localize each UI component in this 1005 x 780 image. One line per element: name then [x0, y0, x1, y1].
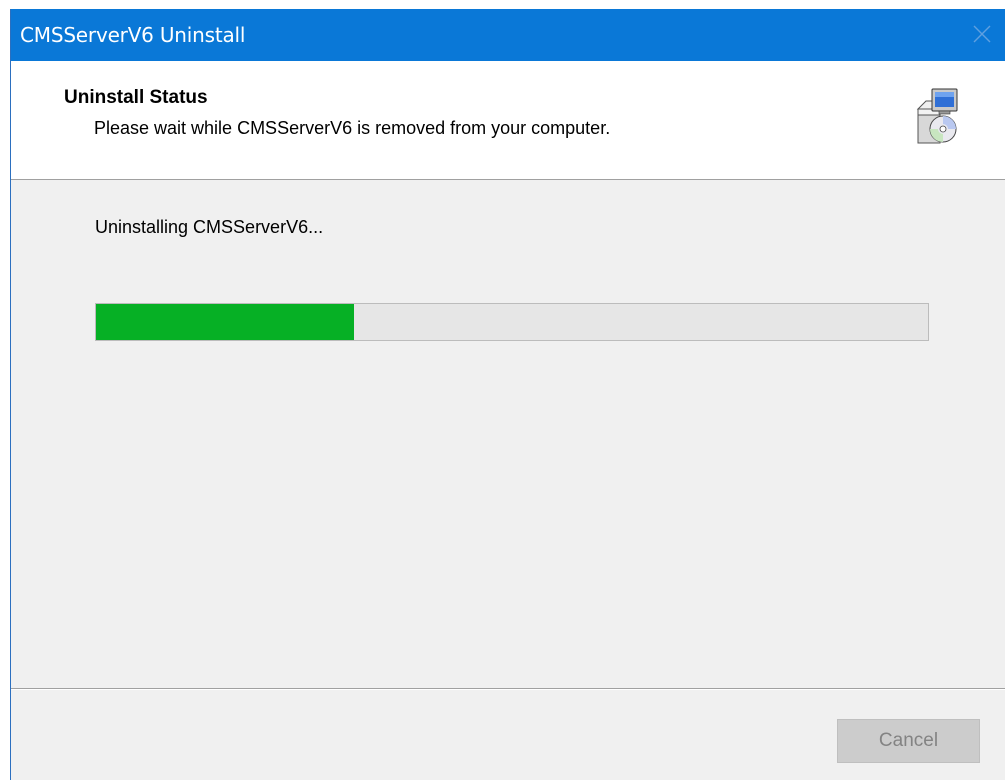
window-title: CMSServerV6 Uninstall	[20, 23, 246, 47]
progress-bar-fill	[96, 304, 354, 340]
progress-bar	[95, 303, 929, 341]
header-title: Uninstall Status	[64, 87, 208, 108]
cancel-button[interactable]: Cancel	[837, 719, 980, 763]
status-text: Uninstalling CMSServerV6...	[95, 217, 324, 237]
title-bar[interactable]: CMSServerV6 Uninstall	[11, 9, 1005, 61]
installer-computer-icon	[916, 88, 958, 144]
close-button[interactable]	[959, 9, 1005, 61]
uninstall-window: CMSServerV6 Uninstall Uninstall Status P…	[10, 9, 1005, 780]
footer-divider	[11, 688, 1005, 690]
close-icon	[973, 25, 991, 43]
header-panel: Uninstall Status Please wait while CMSSe…	[11, 61, 1005, 180]
header-subtitle: Please wait while CMSServerV6 is removed…	[94, 118, 611, 138]
